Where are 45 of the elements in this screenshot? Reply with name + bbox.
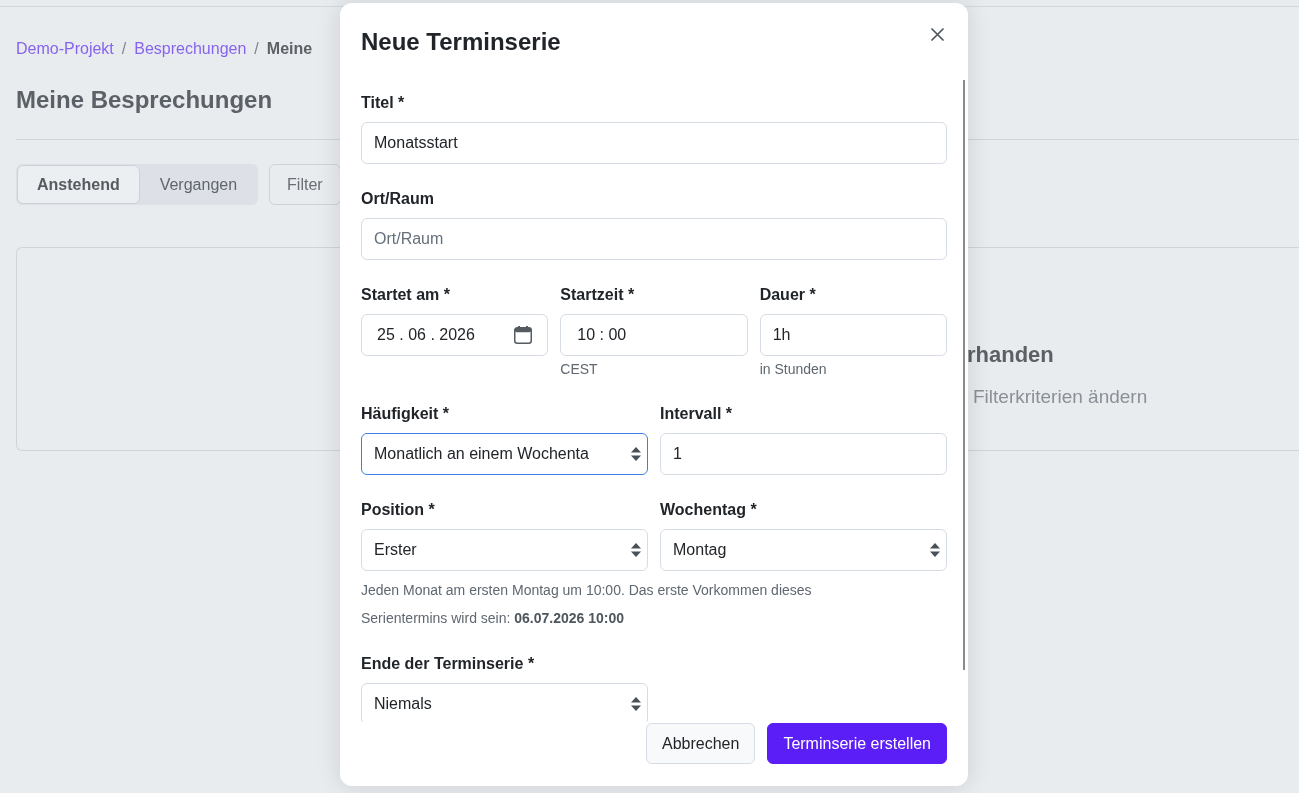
field-label: Intervall * [660,404,733,424]
close-icon [931,28,944,41]
breadcrumb-link[interactable]: Besprechungen [134,37,247,61]
select-field[interactable]: Montag [660,529,947,571]
create-button[interactable]: Terminserie erstellen [767,723,947,764]
breadcrumb-current: Meine [266,39,313,59]
help-text: CEST [560,360,598,379]
breadcrumb-link[interactable]: Demo-Projekt [16,37,114,61]
field-label: Ort/Raum [361,189,434,209]
field-label: Wochentag * [660,500,757,520]
updown-arrows-icon [631,543,641,557]
select-field[interactable]: Erster [361,529,648,571]
field-label: Ende der Terminserie * [361,654,535,674]
updown-arrows-icon [930,543,940,557]
help-text: in Stunden [759,360,827,379]
breadcrumb-separator: / [254,39,259,59]
time-field[interactable]: 10 : 00 [560,314,748,356]
scrollbar[interactable] [963,80,965,670]
field-label: Position * [361,500,435,520]
cancel-button[interactable]: Abbrechen [646,723,756,764]
close-button[interactable] [928,25,947,44]
field-label: Dauer * [759,285,816,305]
select-field[interactable]: Niemals [361,683,648,722]
date-field[interactable]: 25 . 06 . 2026 [361,314,549,356]
tab[interactable]: Anstehend [17,165,140,204]
field-label: Startzeit * [560,285,635,305]
input-field[interactable]: 1h [759,314,947,356]
calendar-icon [514,326,533,344]
breadcrumb-separator: / [121,39,127,59]
summary-text: Jeden Monat am ersten Montag um 10:00. Das erste Vorkommen dieses Serientermins wird sein: 06.07.2026 10:00 [361,581,813,628]
input-field[interactable]: Ort/Raum [361,218,947,260]
updown-arrows-icon [631,697,641,711]
empty-state-heading: rhanden [967,341,1054,368]
updown-arrows-icon [631,447,641,461]
field-label: Titel * [361,93,405,113]
select-field[interactable]: Monatlich an einem Wochenta [361,433,648,475]
input-field[interactable]: 1 [660,433,947,475]
filter-button[interactable]: Filter [269,164,341,205]
field-label: Häufigkeit * [361,404,449,424]
page-title: Meine Besprechungen [16,85,273,114]
empty-state-hint: Filterkriterien ändern [973,385,1148,409]
input-field[interactable]: Monatsstart [361,122,947,164]
tab[interactable]: Vergangen [139,165,258,204]
field-label: Startet am * [361,285,450,305]
dialog-title: Neue Terminserie [361,27,561,56]
